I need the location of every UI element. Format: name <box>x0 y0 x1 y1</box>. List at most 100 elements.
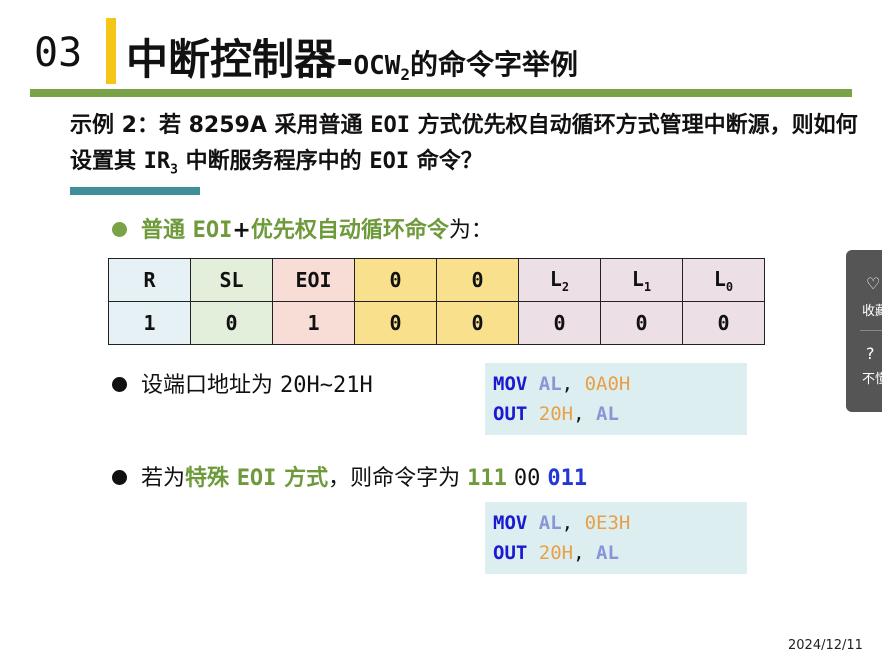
favorite-button[interactable]: ♡ 收藏 <box>846 250 882 328</box>
code-line: MOV AL, 0E3H <box>493 508 739 538</box>
code-value: 20H <box>538 542 574 564</box>
help-label: 不懂 <box>862 372 882 387</box>
code-block-normal-eoi: MOV AL, 0A0H OUT 20H, AL <box>485 363 747 435</box>
header-divider <box>30 89 852 97</box>
bit-index: 0 <box>725 279 734 294</box>
bit-value-cell: 0 <box>682 301 765 345</box>
bit-value-cell: 0 <box>190 301 273 345</box>
code-op: OUT <box>493 403 528 425</box>
bit-name: 0 <box>471 268 484 292</box>
bit-value-cell: 0 <box>354 301 437 345</box>
port-address: 20H~21H <box>280 373 373 398</box>
question-part-4: 命令？ <box>409 149 483 174</box>
bit-name: 0 <box>389 268 402 292</box>
question-ir-text: IR <box>143 149 171 174</box>
bit-value-cell: 0 <box>600 301 683 345</box>
example-question: 示例 2：若 8259A 采用普通 EOI 方式优先权自动循环方式管理中断源，则… <box>70 108 860 188</box>
bit-value-cell: 1 <box>108 301 191 345</box>
bullet-dot <box>112 376 127 392</box>
code-value: 0A0H <box>584 373 631 395</box>
bit-header-cell: EOI <box>272 258 355 302</box>
bullet2-text: 设端口地址为 <box>141 373 280 398</box>
side-panel: ♡ 收藏 ? 不懂 <box>846 250 882 412</box>
question-eoi-1: EOI <box>370 113 410 138</box>
bullet3-eoi: EOI <box>236 466 277 491</box>
bullet-dot <box>112 221 127 237</box>
bit-header-row: R SL EOI 0 0 L2 L1 L0 <box>108 258 765 302</box>
code-value: 0E3H <box>584 512 631 534</box>
code-reg: AL <box>596 542 619 564</box>
question-underline <box>70 187 200 195</box>
side-panel-divider <box>860 330 882 331</box>
page-title: 中断控制器-OCW2的命令字举例 <box>126 26 578 87</box>
bullet-ocw2-command: 普通 EOI+优先权自动循环命令为： <box>112 212 493 244</box>
title-tail: 的命令字举例 <box>410 48 579 81</box>
bullet1-green-a: 普通 <box>141 218 193 243</box>
bit-value-cell: 0 <box>518 301 601 345</box>
bit-header-cell: 0 <box>436 258 519 302</box>
slide: 03 中断控制器-OCW2的命令字举例 示例 2：若 8259A 采用普通 EO… <box>0 0 882 662</box>
bullet-special-eoi: 若为特殊 EOI 方式，则命令字为 111 00 011 <box>112 460 587 492</box>
question-part-3: 中断服务程序中的 <box>178 149 370 174</box>
question-ir3: IR3 <box>143 149 178 178</box>
bullet1-eoi: EOI <box>192 218 233 243</box>
favorite-label: 收藏 <box>862 304 882 319</box>
code-comma: , <box>561 512 574 534</box>
section-number: 03 <box>34 30 83 76</box>
bit-header-cell: L2 <box>518 258 601 302</box>
bit-index: 2 <box>561 279 570 294</box>
code-value: 20H <box>538 403 574 425</box>
bit-value-cell: 1 <box>272 301 355 345</box>
code-op: MOV <box>493 512 528 534</box>
code-reg: AL <box>538 373 562 395</box>
bit-name: EOI <box>295 268 332 292</box>
question-eoi-2: EOI <box>369 149 410 174</box>
code-comma: , <box>573 403 585 425</box>
code-reg: AL <box>596 403 619 425</box>
code-op: OUT <box>493 542 528 564</box>
bit-header-cell: SL <box>190 258 273 302</box>
section-accent-bar <box>106 18 116 84</box>
bit-header-cell: R <box>108 258 191 302</box>
bit-value-row: 10100000 <box>108 301 765 345</box>
heart-icon: ♡ <box>866 274 881 293</box>
bullet-port-address: 设端口地址为 20H~21H <box>112 367 373 399</box>
bit-name: R <box>143 268 156 292</box>
bit-header-cell: L0 <box>682 258 765 302</box>
bullet1-suffix: 为： <box>448 218 493 243</box>
code-comma: , <box>573 542 585 564</box>
code-line: OUT 20H, AL <box>493 538 739 568</box>
bit-index: 1 <box>643 279 652 294</box>
bullet3-green-a: 特殊 <box>185 466 237 491</box>
bit-header-cell: L1 <box>600 258 683 302</box>
title-ocw-text: OCW <box>353 51 401 81</box>
code-comma: , <box>561 373 574 395</box>
code-op: MOV <box>493 373 528 395</box>
bullet3-green-b: 方式 <box>276 466 329 491</box>
command-bits-fixed: 00 <box>513 466 541 491</box>
bit-name: L <box>549 266 562 291</box>
title-main: 中断控制器- <box>126 35 354 84</box>
question-part-1: 示例 2：若 8259A 采用普通 <box>70 113 371 138</box>
question-ir-index: 3 <box>170 162 178 178</box>
bit-name: L <box>713 266 726 291</box>
command-bits-level: 011 <box>547 466 588 491</box>
code-block-special-eoi: MOV AL, 0E3H OUT 20H, AL <box>485 502 747 574</box>
bullet-dot <box>112 469 127 485</box>
slide-date: 2024/12/11 <box>788 638 863 653</box>
title-ocw: OCW2 <box>353 51 411 85</box>
command-bits-r-sl-eoi: 111 <box>467 466 507 491</box>
code-line: MOV AL, 0A0H <box>493 369 739 399</box>
ocw2-bit-table: R SL EOI 0 0 L2 L1 L0 10100000 <box>108 258 765 345</box>
bit-header-cell: 0 <box>354 258 437 302</box>
bit-name: L <box>631 266 644 291</box>
bullet3-prefix: 若为 <box>141 466 186 491</box>
bit-name: SL <box>219 268 244 292</box>
title-ocw-index: 2 <box>400 65 411 85</box>
help-button[interactable]: ? 不懂 <box>846 332 882 412</box>
question-circle-icon: ? <box>866 344 875 363</box>
bullet1-plus: + <box>232 218 251 243</box>
bullet3-mid: ，则命令字为 <box>328 466 468 491</box>
code-line: OUT 20H, AL <box>493 399 739 429</box>
bullet1-green-b: 优先权自动循环命令 <box>250 218 449 243</box>
